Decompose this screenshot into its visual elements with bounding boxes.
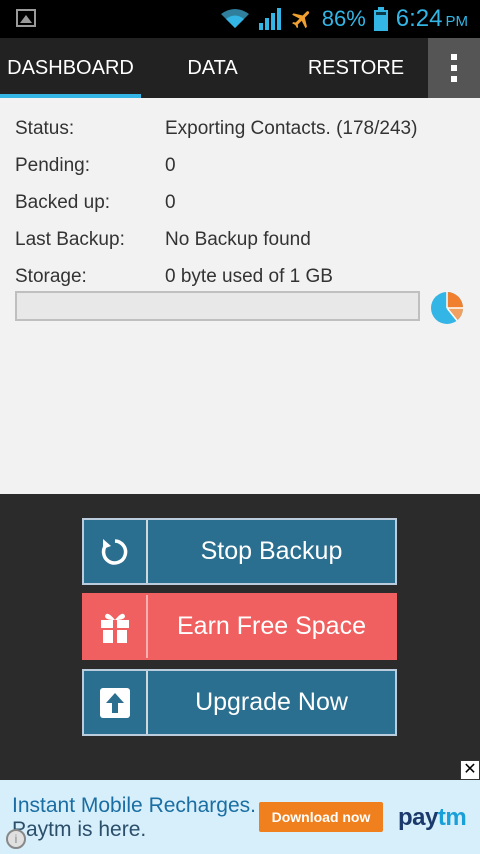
overflow-menu-button[interactable]: [428, 38, 480, 98]
ad-subline: Paytm is here.: [12, 818, 147, 841]
clock-ampm: PM: [445, 13, 469, 30]
wifi-icon: [220, 9, 249, 28]
pie-chart-icon[interactable]: [430, 291, 464, 325]
upgrade-now-button[interactable]: Upgrade Now: [82, 669, 397, 736]
backed-up-label: Backed up:: [15, 192, 111, 213]
tab-restore[interactable]: RESTORE: [284, 38, 428, 98]
battery-percent: 86%: [321, 6, 366, 31]
ad-info-icon[interactable]: i: [6, 829, 26, 849]
ad-close-icon[interactable]: ✕: [460, 760, 480, 780]
last-backup-value: No Backup found: [165, 229, 311, 250]
stop-backup-button[interactable]: Stop Backup: [82, 518, 397, 585]
gift-icon: [84, 595, 148, 658]
clock: 6:24 PM: [396, 5, 468, 33]
tab-bar: DASHBOARD DATA RESTORE: [0, 38, 480, 98]
tab-restore-label: RESTORE: [307, 56, 405, 79]
refresh-icon: [84, 520, 148, 583]
paytm-logo-pay: pay: [398, 804, 438, 831]
ad-download-button[interactable]: Download now: [259, 802, 383, 832]
last-backup-label: Last Backup:: [15, 229, 125, 250]
menu-dot-icon: [451, 54, 457, 60]
airplane-icon: [291, 11, 309, 29]
status-bar: 86% 6:24 PM: [0, 0, 480, 38]
signal-icon: [258, 8, 281, 30]
menu-dot-icon: [451, 76, 457, 82]
storage-value: 0 byte used of 1 GB: [165, 266, 333, 287]
ad-banner[interactable]: Instant Mobile Recharges. Paytm is here.…: [0, 780, 480, 854]
image-icon: [16, 9, 36, 27]
actions-panel: Stop Backup Earn Free Space Upgrade Now: [0, 494, 480, 760]
status-value: Exporting Contacts. (178/243): [165, 118, 418, 139]
storage-progress-bar: [15, 291, 420, 321]
earn-free-space-label: Earn Free Space: [177, 612, 366, 640]
dashboard-panel: Status: Exporting Contacts. (178/243) Pe…: [0, 98, 480, 494]
status-label: Status:: [15, 118, 75, 139]
stop-backup-label: Stop Backup: [200, 537, 343, 565]
tab-dashboard-label: DASHBOARD: [7, 56, 134, 79]
earn-free-space-button[interactable]: Earn Free Space: [82, 593, 397, 660]
tab-data-label: DATA: [187, 56, 238, 79]
ad-headline: Instant Mobile Recharges.: [12, 794, 256, 817]
tab-data[interactable]: DATA: [141, 38, 284, 98]
upload-icon: [84, 671, 148, 734]
backed-up-value: 0: [165, 192, 176, 213]
clock-time: 6:24: [395, 5, 443, 32]
upgrade-now-label: Upgrade Now: [195, 688, 348, 716]
status-bar-right: 86% 6:24 PM: [220, 0, 468, 38]
storage-label: Storage:: [15, 266, 87, 287]
ad-top-strip: [0, 760, 480, 780]
pending-value: 0: [165, 155, 176, 176]
paytm-logo: paytm: [398, 804, 467, 832]
menu-dot-icon: [451, 65, 457, 71]
battery-icon: [373, 7, 388, 31]
pending-label: Pending:: [15, 155, 91, 176]
tab-dashboard[interactable]: DASHBOARD: [0, 38, 141, 98]
paytm-logo-tm: tm: [437, 804, 467, 831]
